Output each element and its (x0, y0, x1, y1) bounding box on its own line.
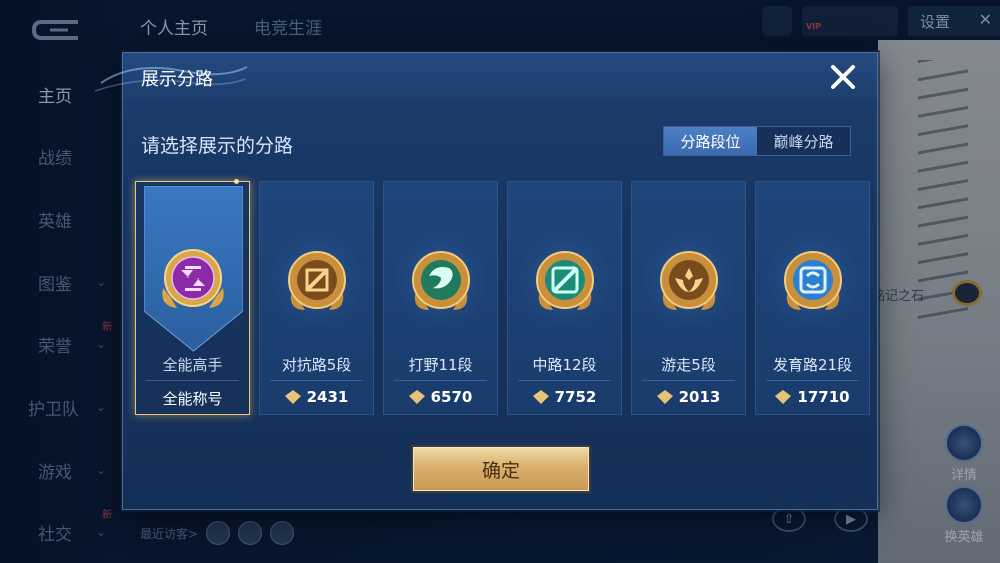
divider (146, 380, 239, 381)
corner-ornament (234, 179, 239, 184)
lane-card-farm[interactable]: 发育路21段 17710 (755, 181, 870, 415)
lane-card-roam[interactable]: 游走5段 2013 (631, 181, 746, 415)
lane-card-jungle[interactable]: 打野11段 6570 (383, 181, 498, 415)
lane-card-list: 全能高手 全能称号 对抗路5段 2431 打野11段 6570 中路12段 77… (135, 179, 870, 415)
divider (518, 380, 611, 381)
close-icon (831, 65, 855, 89)
rank-score: 2013 (632, 388, 745, 406)
close-button[interactable] (827, 61, 859, 93)
divider (270, 380, 363, 381)
divider (394, 380, 487, 381)
tab-peak-lane[interactable]: 巅峰分路 (757, 127, 850, 155)
clash-lane-emblem-icon (287, 251, 346, 310)
score-diamond-icon (408, 390, 425, 404)
lane-label: 发育路21段 (772, 356, 853, 374)
lane-label: 打野11段 (408, 356, 473, 374)
tab-lane-rank[interactable]: 分路段位 (664, 127, 757, 155)
lane-card-all-round[interactable]: 全能高手 全能称号 (135, 179, 250, 415)
lane-card-mid[interactable]: 中路12段 7752 (507, 181, 622, 415)
confirm-button[interactable]: 确定 (413, 447, 589, 491)
all-round-emblem-icon (161, 249, 224, 308)
mid-lane-emblem-icon (535, 251, 594, 310)
lane-label: 中路12段 (532, 356, 597, 374)
dialog-title: 展示分路 (141, 69, 213, 90)
farm-lane-emblem-icon (783, 251, 842, 310)
score-diamond-icon (775, 390, 792, 404)
lane-label: 对抗路5段 (281, 356, 352, 374)
score-diamond-icon (656, 390, 673, 404)
rank-score: 17710 (756, 388, 869, 406)
score-diamond-icon (532, 390, 549, 404)
divider (766, 380, 859, 381)
title-label: 全能称号 (162, 390, 223, 408)
dialog-subtitle: 请选择展示的分路 (141, 135, 294, 157)
lane-card-clash[interactable]: 对抗路5段 2431 (259, 181, 374, 415)
lane-label: 全能高手 (162, 356, 223, 374)
rank-score: 6570 (384, 388, 497, 406)
roam-emblem-icon (659, 251, 718, 310)
score-diamond-icon (284, 390, 301, 404)
dialog-header: 展示分路 (94, 53, 877, 99)
jungle-emblem-icon (411, 251, 470, 310)
lane-mode-toggle: 分路段位 巅峰分路 (663, 126, 851, 156)
divider (642, 380, 735, 381)
display-lane-dialog: 展示分路 请选择展示的分路 分路段位 巅峰分路 全能高手 全能称号 对抗路5段 … (94, 52, 878, 510)
rank-score: 2431 (260, 388, 373, 406)
rank-score: 7752 (508, 388, 621, 406)
lane-label: 游走5段 (661, 356, 716, 374)
